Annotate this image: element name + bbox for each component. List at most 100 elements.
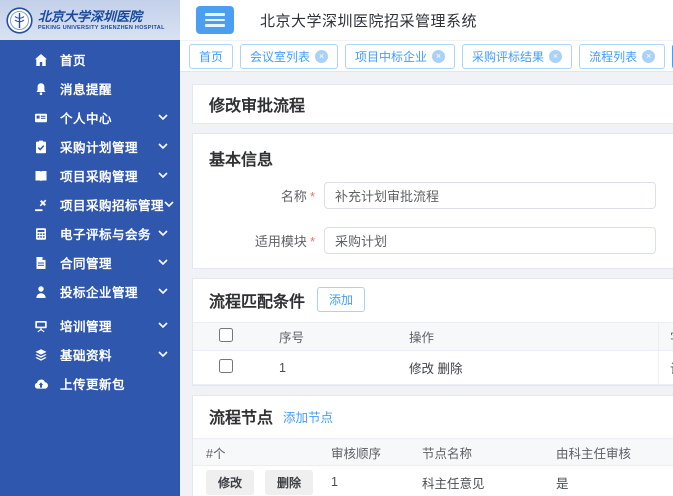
tab-meeting-room-list[interactable]: 会议室列表 × — [240, 44, 338, 69]
gavel-icon — [34, 198, 48, 212]
layers-icon — [34, 348, 48, 362]
select-all-checkbox[interactable] — [219, 328, 233, 342]
match-conditions-table: 序号 操作 字段 1 修改 删除 计划 — [193, 322, 673, 385]
flow-nodes-header-row: #个 审核顺序 节点名称 由科主任审核 — [193, 439, 673, 466]
column-header-partial: 字段 — [658, 323, 673, 350]
chevron-down-icon — [158, 143, 168, 150]
page-title-card: 修改审批流程 — [192, 84, 673, 124]
chevron-down-icon — [158, 288, 168, 295]
condition-partial-cell: 计划 — [658, 351, 673, 384]
column-header-order: 审核顺序 — [331, 443, 422, 462]
hospital-logo: 北京大学深圳医院 PEKING UNIVERSITY SHENZHEN HOSP… — [0, 0, 180, 40]
tab-winning-enterprises[interactable]: 项目中标企业 × — [345, 44, 455, 69]
sidebar-item-label: 项目采购招标管理 — [60, 195, 164, 214]
sidebar-item-label: 合同管理 — [60, 253, 112, 272]
sidebar-item-personal-center[interactable]: 个人中心 — [0, 103, 180, 132]
sidebar-item-messages[interactable]: 消息提醒 — [0, 74, 180, 103]
page-title: 修改审批流程 — [209, 92, 673, 116]
sidebar-item-project-bidding-mgmt[interactable]: 项目采购招标管理 — [0, 190, 180, 219]
add-condition-button[interactable]: 添加 — [317, 287, 365, 312]
tab-label: 项目中标企业 — [355, 48, 427, 65]
sidebar: 北京大学深圳医院 PEKING UNIVERSITY SHENZHEN HOSP… — [0, 0, 180, 496]
delete-node-button[interactable]: 删除 — [265, 470, 313, 495]
sidebar-item-contract-mgmt[interactable]: 合同管理 — [0, 248, 180, 277]
sidebar-item-label: 电子评标与会务 — [60, 224, 151, 243]
person-icon — [34, 285, 48, 299]
node-name: 科主任意见 — [422, 473, 556, 492]
home-icon — [34, 53, 48, 67]
chevron-down-icon — [158, 172, 168, 179]
clipboard-icon — [34, 140, 48, 154]
column-header-seq: 序号 — [279, 327, 409, 346]
tab-label: 流程列表 — [589, 48, 637, 65]
required-asterisk: * — [310, 189, 315, 204]
match-conditions-title: 流程匹配条件 — [209, 288, 305, 312]
tab-home[interactable]: 首页 — [189, 44, 233, 69]
add-node-link[interactable]: 添加节点 — [283, 407, 333, 426]
condition-ops-links[interactable]: 修改 删除 — [409, 358, 658, 377]
flow-nodes-table: #个 审核顺序 节点名称 由科主任审核 修改 删除 1 科主任意见 是 — [193, 438, 673, 496]
bell-icon — [34, 82, 48, 96]
sidebar-item-label: 项目采购管理 — [60, 166, 138, 185]
sidebar-item-training-mgmt[interactable]: 培训管理 — [0, 311, 180, 340]
tab-label: 采购评标结果 — [472, 48, 544, 65]
column-header-num: #个 — [206, 443, 331, 462]
node-dept-review: 是 — [556, 473, 673, 492]
name-field-label: 名称* — [193, 186, 315, 205]
sidebar-item-home[interactable]: 首页 — [0, 45, 180, 74]
contract-icon — [34, 256, 48, 270]
sidebar-menu: 首页 消息提醒 个人中心 采购计划管理 项目采购管理 项目采购招标管理 — [0, 40, 180, 496]
calculator-icon — [34, 227, 48, 241]
sidebar-item-project-purchase-mgmt[interactable]: 项目采购管理 — [0, 161, 180, 190]
sidebar-item-upload-update-package[interactable]: 上传更新包 — [0, 369, 180, 398]
column-header-dept-review: 由科主任审核 — [556, 443, 673, 462]
tab-close-icon[interactable]: × — [642, 50, 655, 63]
match-conditions-header-row: 序号 操作 字段 — [193, 323, 673, 351]
tab-close-icon[interactable]: × — [432, 50, 445, 63]
sidebar-item-label: 上传更新包 — [60, 374, 125, 393]
module-field-row: 适用模块* — [193, 227, 673, 254]
chevron-down-icon — [158, 259, 168, 266]
sidebar-item-purchase-plan-mgmt[interactable]: 采购计划管理 — [0, 132, 180, 161]
hospital-name-en: PEKING UNIVERSITY SHENZHEN HOSPITAL — [38, 25, 165, 31]
chevron-down-icon — [158, 322, 168, 329]
chevron-down-icon — [164, 201, 174, 208]
sidebar-toggle-button[interactable] — [196, 6, 234, 34]
tab-evaluation-results[interactable]: 采购评标结果 × — [462, 44, 572, 69]
match-condition-row: 1 修改 删除 计划 — [193, 351, 673, 385]
module-field-label: 适用模块* — [193, 231, 315, 250]
chevron-down-icon — [158, 114, 168, 121]
cloud-upload-icon — [34, 377, 48, 391]
flow-nodes-card: 流程节点 添加节点 #个 审核顺序 节点名称 由科主任审核 修改 删除 1 科主… — [192, 395, 673, 496]
sidebar-item-base-data[interactable]: 基础资料 — [0, 340, 180, 369]
flow-nodes-header: 流程节点 添加节点 — [193, 396, 673, 438]
main-area: 北京大学深圳医院招采管理系统 首页 会议室列表 × 项目中标企业 × 采购评标结… — [180, 0, 673, 496]
basic-info-card: 基本信息 名称* 适用模块* — [192, 133, 673, 269]
module-input[interactable] — [324, 227, 656, 254]
sidebar-item-e-evaluation[interactable]: 电子评标与会务 — [0, 219, 180, 248]
row-checkbox[interactable] — [219, 359, 233, 373]
sidebar-item-label: 基础资料 — [60, 345, 112, 364]
condition-seq: 1 — [279, 361, 409, 375]
tab-close-icon[interactable]: × — [315, 50, 328, 63]
match-conditions-card: 流程匹配条件 添加 序号 操作 字段 1 修改 删除 计划 — [192, 278, 673, 386]
flow-node-row: 修改 删除 1 科主任意见 是 — [193, 466, 673, 496]
hospital-name-cn: 北京大学深圳医院 — [38, 10, 165, 25]
tab-label: 首页 — [199, 48, 223, 65]
sidebar-item-label: 培训管理 — [60, 316, 112, 335]
hospital-emblem-icon — [6, 7, 33, 34]
edit-node-button[interactable]: 修改 — [206, 470, 254, 495]
basic-info-section-title: 基本信息 — [193, 146, 673, 182]
flow-nodes-title: 流程节点 — [209, 404, 273, 428]
tab-close-icon[interactable]: × — [549, 50, 562, 63]
tab-process-list[interactable]: 流程列表 × — [579, 44, 665, 69]
sidebar-item-label: 投标企业管理 — [60, 282, 138, 301]
sidebar-item-label: 首页 — [60, 50, 86, 69]
column-header-name: 节点名称 — [422, 443, 556, 462]
chevron-down-icon — [158, 351, 168, 358]
sidebar-item-bidder-enterprise-mgmt[interactable]: 投标企业管理 — [0, 277, 180, 306]
sidebar-item-label: 个人中心 — [60, 108, 112, 127]
column-header-ops: 操作 — [409, 327, 658, 346]
name-input[interactable] — [324, 182, 656, 209]
name-field-row: 名称* — [193, 182, 673, 209]
